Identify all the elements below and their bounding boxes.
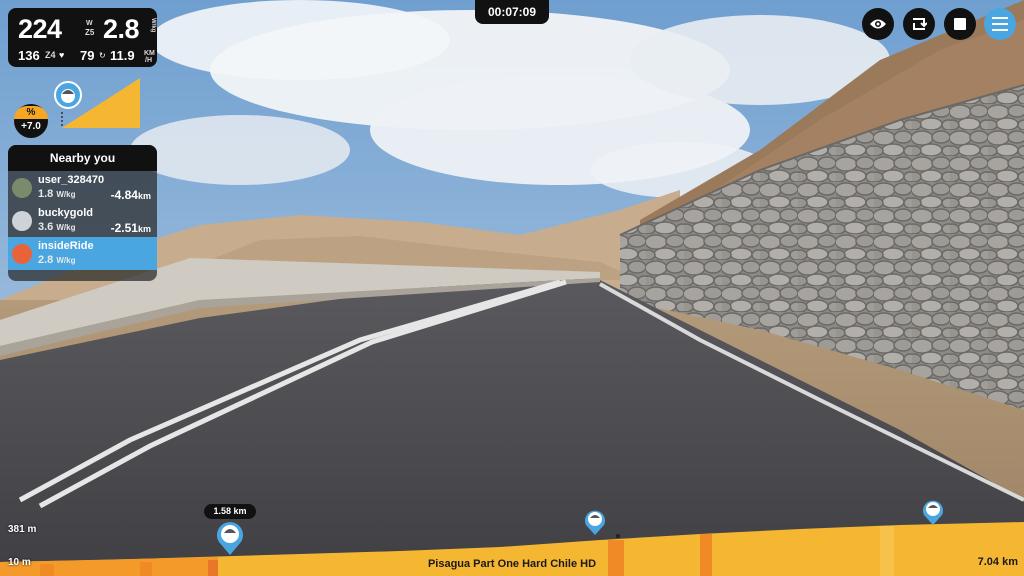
menu-button[interactable] <box>984 8 1016 40</box>
nearby-row[interactable]: buckygold 3.6 W/kg -2.51km <box>8 204 157 237</box>
avatar <box>12 178 32 198</box>
rider-wkg: 3.6 W/kg <box>38 221 76 233</box>
avatar <box>12 244 32 264</box>
avatar <box>12 211 32 231</box>
view-toggle-button[interactable] <box>862 8 894 40</box>
power-unit: W <box>86 20 93 27</box>
rider-distance: -4.84km <box>110 188 151 202</box>
stop-button[interactable] <box>944 8 976 40</box>
speed-unit-top: KM <box>144 50 155 57</box>
wkg-unit: W/kg <box>150 18 156 33</box>
nearby-row[interactable]: user_328470 1.8 W/kg -4.84km <box>8 171 157 204</box>
route-name: Pisagua Part One Hard Chile HD <box>427 558 597 570</box>
nearby-title: Nearby you <box>8 145 157 171</box>
gradient-label: % <box>14 106 48 119</box>
gradient-value: +7.0 <box>21 121 41 132</box>
heart-rate-value: 136 <box>18 48 40 63</box>
road-scene <box>0 0 1024 576</box>
switch-button[interactable] <box>903 8 935 40</box>
menu-icon <box>992 17 1008 31</box>
wkg-value: 2.8 <box>103 14 140 44</box>
nearby-panel: Nearby you user_328470 1.8 W/kg -4.84km … <box>8 145 157 281</box>
power-value: 224 <box>18 14 62 44</box>
gradient-badge: % +7.0 <box>14 104 48 138</box>
eye-icon <box>870 19 886 29</box>
rider-avatar-pin <box>54 81 82 109</box>
rider-position-pin <box>585 510 605 535</box>
stats-panel: 224 W Z5 2.8 W/kg 136 Z4 ♥ 79 ↻ 11.9 KM … <box>8 8 157 67</box>
nearby-row-self[interactable]: insideRide 2.8 W/kg <box>8 237 157 270</box>
rider-wkg: 2.8 W/kg <box>38 254 76 266</box>
speed-value: 11.9 <box>110 48 135 63</box>
stop-icon <box>954 18 966 30</box>
total-distance: 7.04 km <box>977 556 1018 568</box>
speed-unit-bottom: /H <box>145 57 152 64</box>
hr-zone: Z4 <box>45 50 56 60</box>
cadence-icon: ↻ <box>99 51 106 60</box>
rider-name: insideRide <box>38 240 94 252</box>
rider-name: user_328470 <box>38 174 105 186</box>
self-position-pin <box>217 522 243 555</box>
rider-distance: -2.51km <box>110 221 151 235</box>
elapsed-timer: 00:07:09 <box>475 0 549 24</box>
power-zone: Z5 <box>85 28 95 37</box>
rider-wkg: 1.8 W/kg <box>38 188 76 200</box>
cadence-value: 79 <box>80 48 95 63</box>
repeat-icon <box>913 18 927 30</box>
heart-icon: ♥ <box>59 50 65 60</box>
helmet-icon <box>61 89 75 103</box>
current-distance-marker: 1.58 km <box>204 504 256 519</box>
elevation-max: 381 m <box>8 524 37 535</box>
rider-name: buckygold <box>38 207 94 219</box>
rider-position-pin <box>923 500 943 525</box>
